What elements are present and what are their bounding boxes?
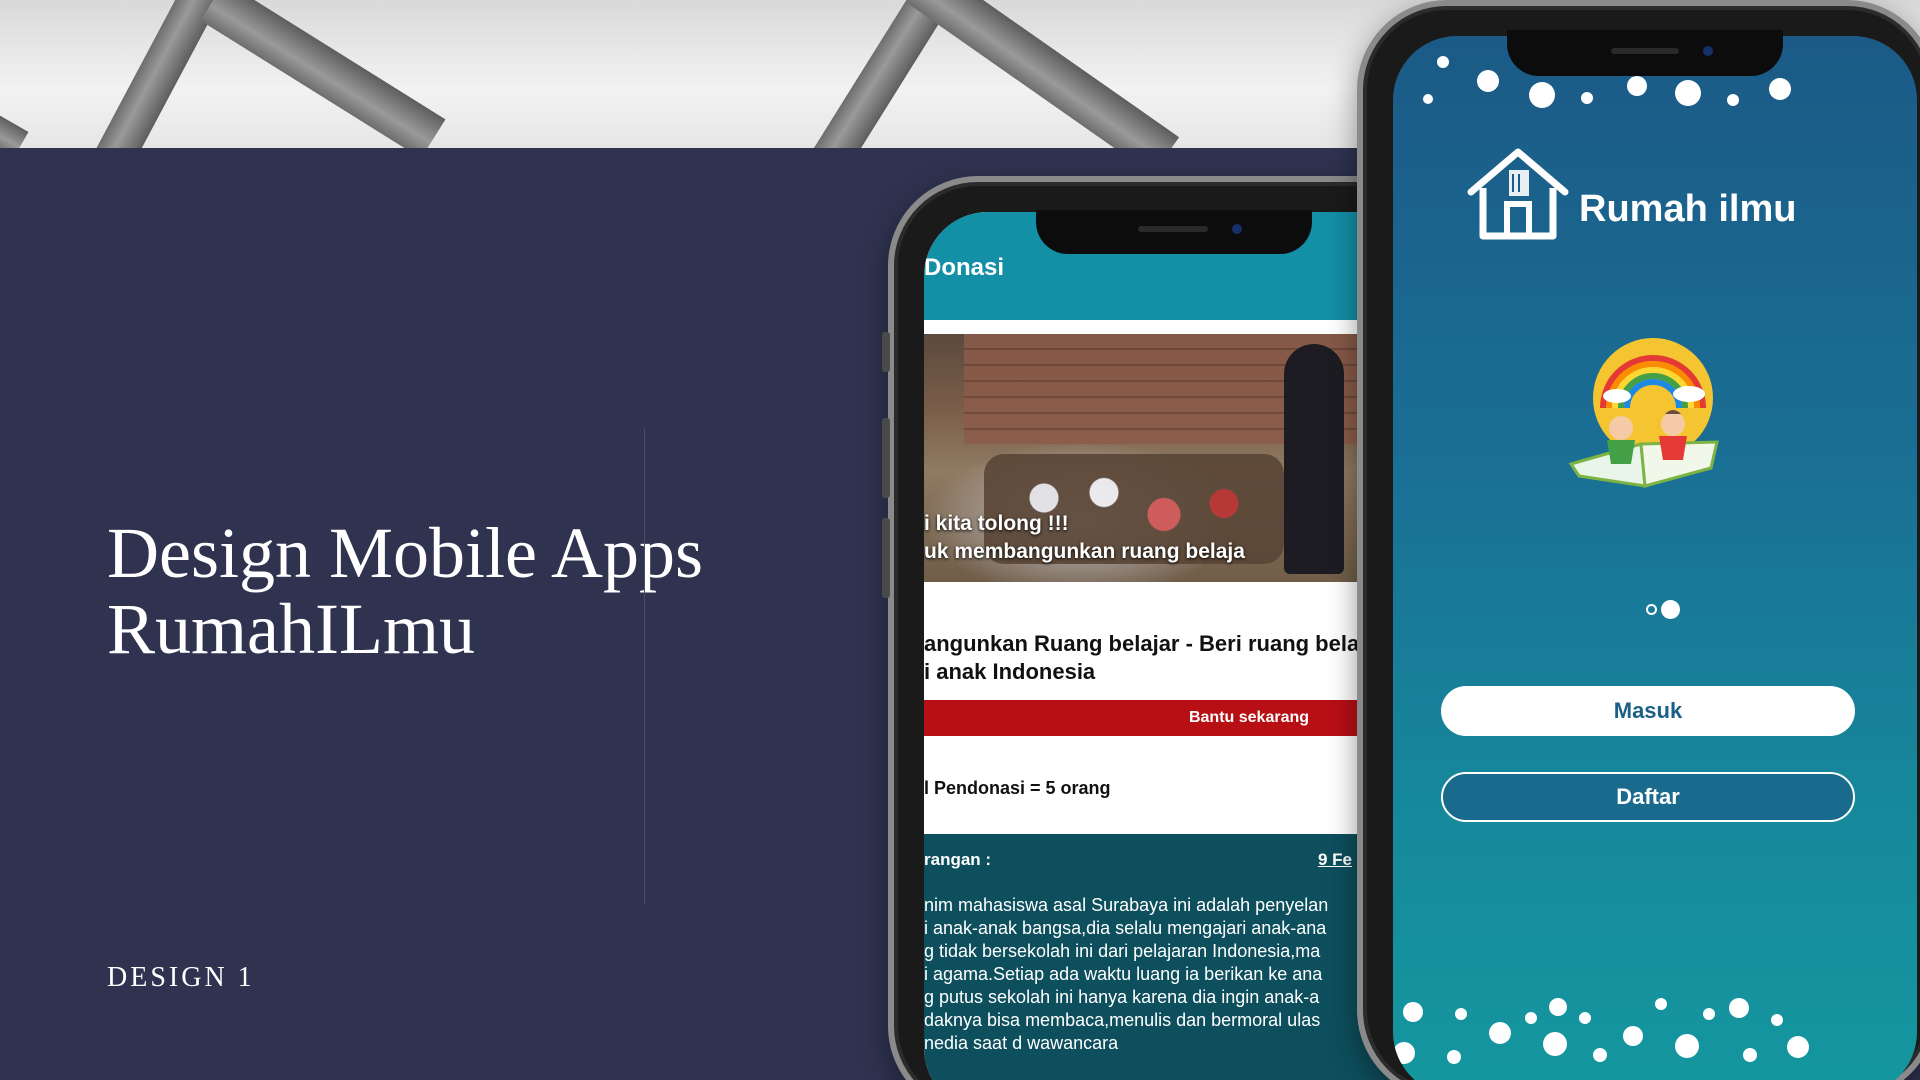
phone-speaker xyxy=(1138,226,1208,232)
decor-dot xyxy=(1403,1002,1423,1022)
phone-camera xyxy=(1232,224,1242,234)
decor-dot xyxy=(1525,1012,1537,1024)
info-label: rangan : xyxy=(924,850,992,869)
decor-dot xyxy=(1455,1008,1467,1020)
phone-notch xyxy=(1036,210,1312,254)
register-button[interactable]: Daftar xyxy=(1441,772,1855,822)
phone-side-button xyxy=(882,332,890,372)
slide-title-line1: Design Mobile Apps xyxy=(107,513,704,593)
photo-caption-line2: uk membangunkan ruang belaja xyxy=(924,540,1245,563)
children-rainbow-book-icon xyxy=(1568,338,1719,488)
decor-dot xyxy=(1623,1026,1643,1046)
photo-teacher xyxy=(1284,344,1344,574)
decor-dot xyxy=(1771,1014,1783,1026)
phone-mockup-splash: Rumah ilmu Masuk Daftar xyxy=(1357,0,1920,1080)
phone-speaker xyxy=(1611,48,1679,54)
decor-dot xyxy=(1489,1022,1511,1044)
decor-dot xyxy=(1727,94,1739,106)
decor-dot xyxy=(1655,998,1667,1010)
slide-title-line2: RumahILmu xyxy=(107,589,475,669)
decor-dot xyxy=(1787,1036,1809,1058)
decor-dot xyxy=(1529,82,1555,108)
slide-title: Design Mobile Apps RumahILmu xyxy=(107,515,787,667)
donor-count: l Pendonasi = 5 orang xyxy=(924,778,1111,798)
phone-notch xyxy=(1507,30,1783,76)
decor-dot xyxy=(1437,56,1449,68)
decor-dot xyxy=(1703,1008,1715,1020)
decor-dot xyxy=(1393,1042,1415,1064)
decor-dot xyxy=(1447,1050,1461,1064)
donation-header-title: Donasi xyxy=(924,254,1005,281)
photo-caption-line1: i kita tolong !!! xyxy=(924,512,1069,535)
decor-dot xyxy=(1627,76,1647,96)
decor-dot xyxy=(1729,998,1749,1018)
decor-dot xyxy=(1579,1012,1591,1024)
decor-dot xyxy=(1581,92,1593,104)
page-dot-inactive xyxy=(1646,604,1657,615)
phone-camera xyxy=(1703,46,1713,56)
page-dot-active xyxy=(1661,600,1680,619)
decor-dot xyxy=(1543,1032,1567,1056)
vertical-divider xyxy=(644,428,645,904)
slide-subtitle: DESIGN 1 xyxy=(107,962,255,993)
decor-dot xyxy=(1549,998,1567,1016)
house-book-icon xyxy=(1467,148,1569,240)
decor-dot xyxy=(1423,94,1433,104)
decor-dot xyxy=(1769,78,1791,100)
decor-dot xyxy=(1675,1034,1699,1058)
decor-dot xyxy=(1743,1048,1757,1062)
decor-dot xyxy=(1593,1048,1607,1062)
app-name: Rumah ilmu xyxy=(1579,188,1797,230)
login-button[interactable]: Masuk xyxy=(1441,686,1855,736)
phone-side-button xyxy=(882,518,890,598)
info-date-link[interactable]: 9 Fe xyxy=(1318,850,1352,870)
splash-screen: Rumah ilmu Masuk Daftar xyxy=(1393,36,1917,1080)
decor-dot xyxy=(1477,70,1499,92)
phone-side-button xyxy=(882,418,890,498)
decor-dot xyxy=(1675,80,1701,106)
